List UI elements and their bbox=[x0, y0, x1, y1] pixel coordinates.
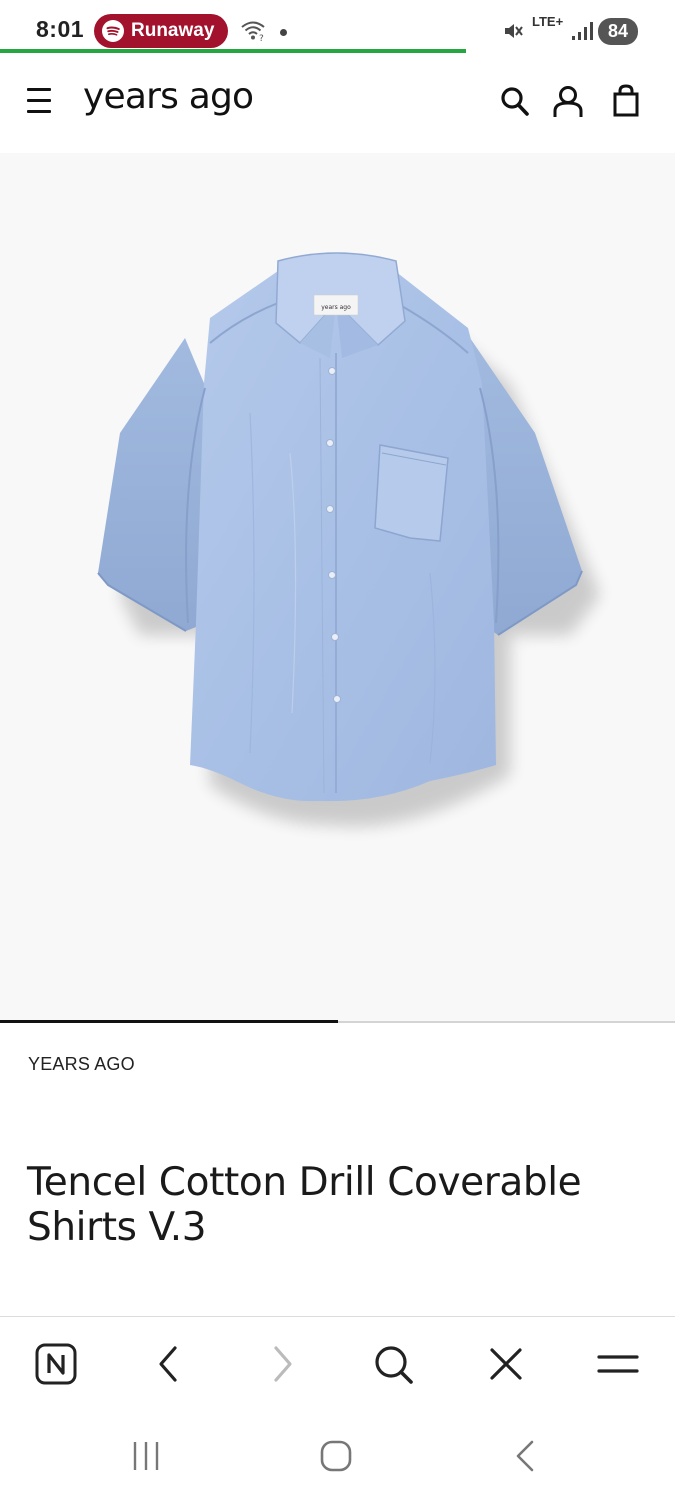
media-playing-pill[interactable]: Runaway bbox=[94, 14, 229, 48]
product-image[interactable]: years ago bbox=[0, 153, 675, 1021]
close-icon[interactable] bbox=[481, 1339, 531, 1389]
recent-apps-icon[interactable] bbox=[128, 1438, 164, 1474]
menu-icon[interactable] bbox=[27, 86, 53, 116]
site-logo[interactable]: years ago bbox=[83, 76, 254, 117]
system-navigation-bar bbox=[0, 1410, 675, 1500]
product-brand[interactable]: YEARS AGO bbox=[28, 1054, 135, 1075]
home-n-icon[interactable] bbox=[31, 1339, 81, 1389]
notification-dot-icon bbox=[280, 29, 287, 36]
network-type: LTE+ bbox=[532, 14, 564, 29]
back-icon[interactable] bbox=[143, 1339, 193, 1389]
shirt-tag-text: years ago bbox=[321, 304, 351, 311]
gallery-progress-track bbox=[0, 1020, 675, 1023]
account-icon[interactable] bbox=[552, 84, 584, 118]
spotify-icon bbox=[102, 20, 124, 42]
home-icon[interactable] bbox=[318, 1438, 354, 1474]
back-icon[interactable] bbox=[508, 1438, 544, 1474]
mute-icon bbox=[505, 24, 523, 38]
media-title: Runaway bbox=[131, 20, 215, 41]
browser-toolbar bbox=[0, 1316, 675, 1410]
gallery-progress-fill bbox=[0, 1020, 338, 1023]
signal-icon bbox=[572, 22, 593, 40]
wifi-icon: ? bbox=[241, 21, 265, 42]
search-icon[interactable] bbox=[368, 1339, 418, 1389]
forward-icon[interactable] bbox=[258, 1339, 308, 1389]
battery-indicator: 84 bbox=[598, 18, 638, 45]
status-bar: 8:01 Runaway ? LTE+ 84 bbox=[0, 0, 675, 53]
menu-icon[interactable] bbox=[593, 1339, 643, 1389]
product-title: Tencel Cotton Drill Coverable Shirts V.3 bbox=[27, 1160, 582, 1250]
status-time: 8:01 bbox=[36, 16, 85, 42]
search-icon[interactable] bbox=[499, 84, 531, 118]
product-photo: years ago bbox=[97, 252, 600, 827]
shopping-bag-icon[interactable] bbox=[610, 84, 642, 118]
svg-text:?: ? bbox=[259, 34, 264, 42]
